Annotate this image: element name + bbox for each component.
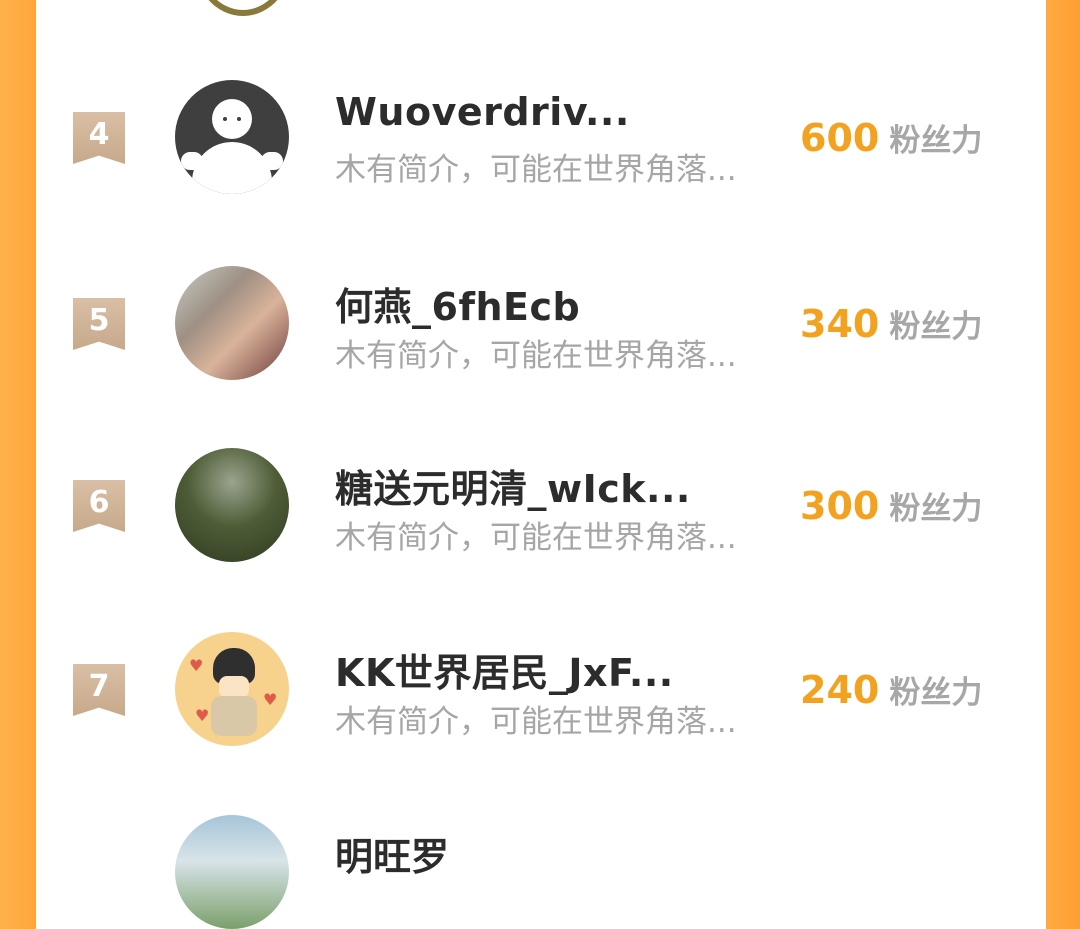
list-item[interactable]: 4 Wuoverdriv... 木有简介，可能在世界角落... 600 粉丝力 [0,80,1080,220]
avatar-eye [237,117,241,121]
avatar-face [219,676,249,698]
user-name[interactable]: Wuoverdriv... [335,90,630,134]
user-name[interactable]: KK世界居民_JxF... [335,642,674,697]
rank-badge: 7 [73,664,125,716]
avatar[interactable] [175,448,289,562]
avatar-body [192,142,272,194]
user-bio: 木有简介，可能在世界角落... [335,520,737,556]
avatar-eye [223,117,227,121]
avatar-arm [181,152,203,170]
default-avatar-icon[interactable] [175,80,289,194]
fan-score: 600 粉丝力 [800,115,982,160]
heart-icon: ♥ [195,706,210,725]
score-value: 340 [800,302,880,346]
avatar-arm [261,152,283,170]
heart-icon: ♥ [189,656,204,675]
rank-badge: 6 [73,480,125,532]
list-item[interactable]: 5 何燕_6fhEcb 木有简介，可能在世界角落... 340 粉丝力 [0,266,1080,406]
user-name[interactable]: 何燕_6fhEcb [335,276,580,331]
user-bio: 木有简介，可能在世界角落... [335,704,737,740]
cartoon-avatar-icon[interactable]: ♥ ♥ ♥ [175,632,289,746]
avatar-head [212,99,252,139]
score-unit: 粉丝力 [889,675,983,711]
user-bio: 木有简介，可能在世界角落... [335,152,737,188]
fan-score: 300 粉丝力 [800,483,982,528]
avatar[interactable] [175,266,289,380]
fan-score: 240 粉丝力 [800,667,982,712]
fan-score: 340 粉丝力 [800,301,982,346]
rank-badge: 4 [73,112,125,164]
list-item[interactable]: 7 ♥ ♥ ♥ KK世界居民_JxF... 木有简介，可能在世界角落... 24… [0,632,1080,772]
score-unit: 粉丝力 [889,309,983,345]
heart-icon: ♥ [263,690,278,709]
score-value: 240 [800,668,880,712]
user-name[interactable]: 糖送元明清_wIck... [335,458,691,513]
user-bio: 木有简介，可能在世界角落... [335,338,737,374]
score-unit: 粉丝力 [889,491,983,527]
avatar[interactable] [175,815,289,929]
score-value: 300 [800,484,880,528]
list-item[interactable]: 6 糖送元明清_wIck... 木有简介，可能在世界角落... 300 粉丝力 [0,448,1080,588]
rank-badge: 5 [73,298,125,350]
avatar-torso [211,696,257,736]
score-value: 600 [800,116,880,160]
score-unit: 粉丝力 [889,123,983,159]
user-name[interactable]: 明旺罗 [335,826,449,881]
